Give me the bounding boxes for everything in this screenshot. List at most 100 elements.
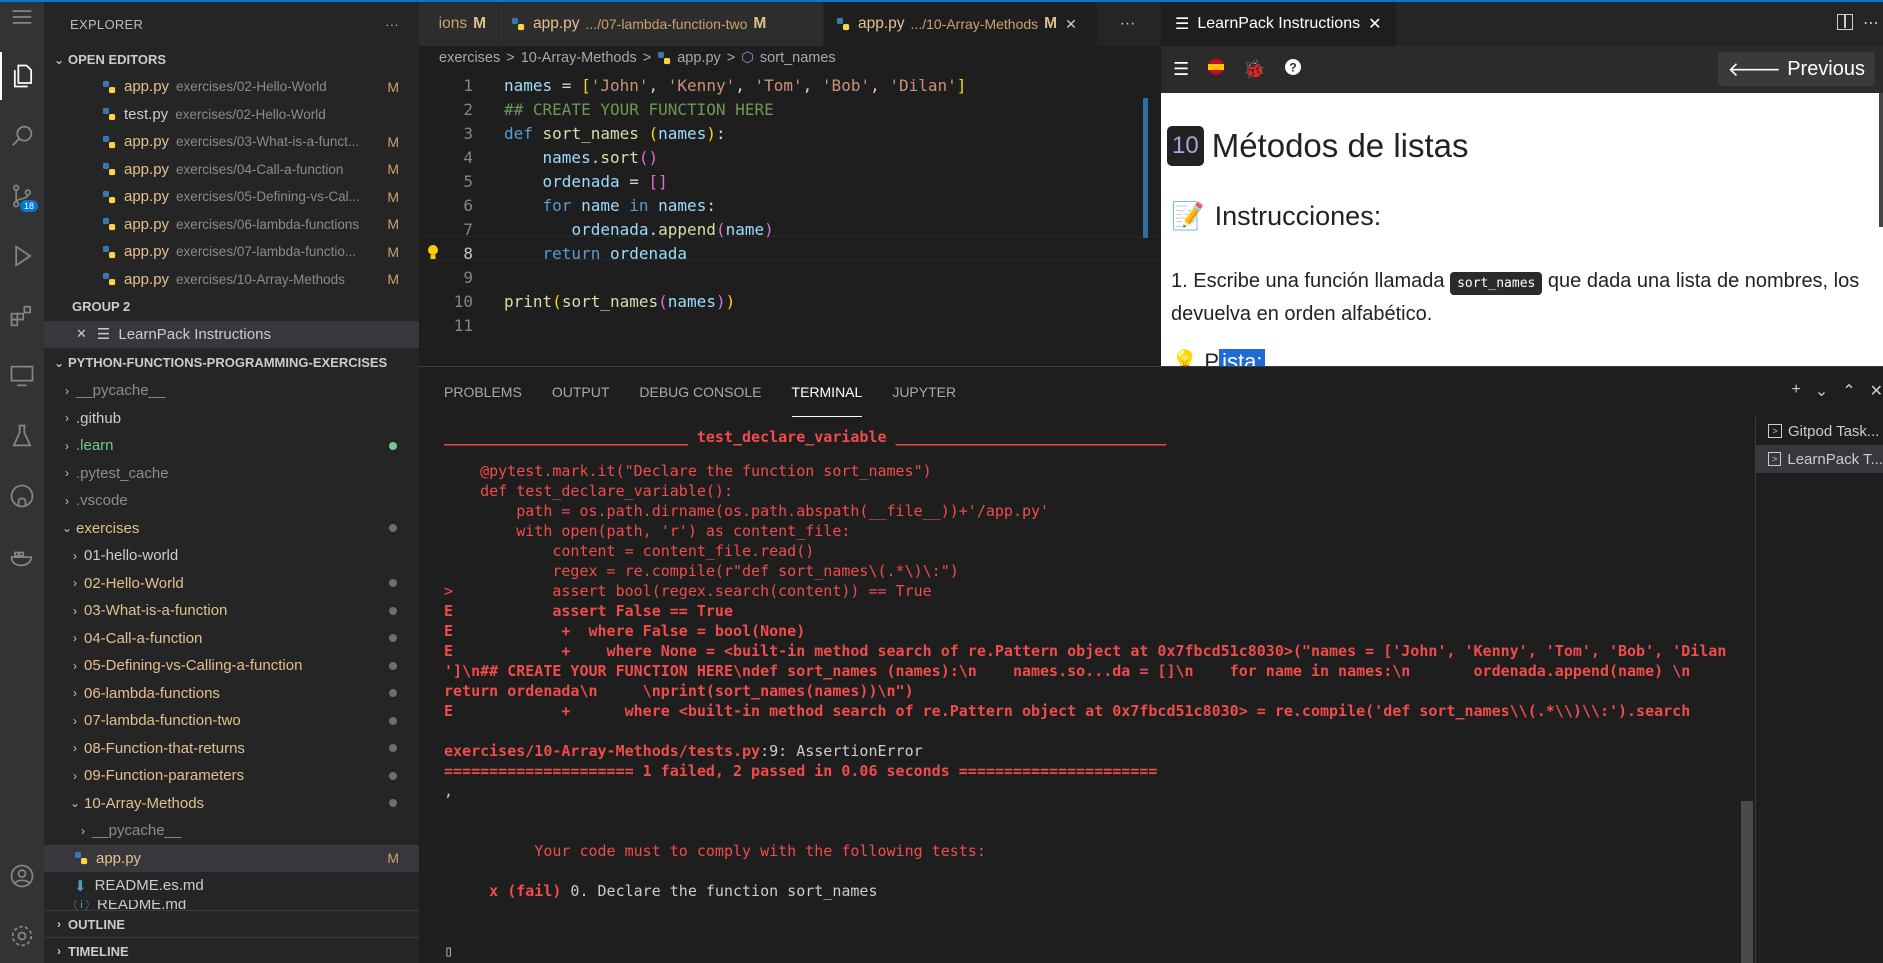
tree-folder[interactable]: › 03-What-is-a-function [44, 597, 419, 625]
run-debug-icon[interactable] [0, 232, 44, 280]
tree-folder[interactable]: › 02-Hello-World [44, 570, 419, 598]
terminal-cursor[interactable]: ▯ [444, 941, 1744, 961]
open-editor-path: exercises/02-Hello-World [175, 106, 326, 122]
docker-icon[interactable] [0, 532, 44, 580]
terminal-scrollbar[interactable] [1741, 801, 1753, 963]
tab-debug-console[interactable]: DEBUG CONSOLE [639, 367, 761, 417]
code-editor[interactable]: 1 2 3 4 5 6 7 8 9 10 11 names = ['John',… [419, 70, 1161, 366]
testing-icon[interactable] [0, 412, 44, 460]
explorer-icon[interactable] [0, 52, 44, 100]
tab-more-icon[interactable]: ··· [1098, 2, 1158, 46]
tree-folder[interactable]: › .learn [44, 432, 419, 460]
tree-folder[interactable]: › .github [44, 405, 419, 433]
tree-file-readme-es[interactable]: ⬇ README.es.md [44, 872, 419, 900]
tab-app-10[interactable]: app.py .../10-Array-Methods M ✕ [824, 2, 1098, 46]
tree-folder[interactable]: › 05-Defining-vs-Calling-a-function [44, 652, 419, 680]
timeline-section[interactable]: › TIMELINE [44, 937, 419, 963]
tree-folder[interactable]: › .vscode [44, 487, 419, 515]
tree-folder[interactable]: › 01-hello-world [44, 542, 419, 570]
open-editor-item[interactable]: app.py exercises/05-Defining-vs-Cal... M [44, 183, 419, 211]
tab-problems[interactable]: PROBLEMS [444, 367, 522, 417]
tree-folder[interactable]: › 06-lambda-functions [44, 680, 419, 708]
chevron-right-icon: › [73, 548, 77, 563]
tab-learnpack[interactable]: ☰ LearnPack Instructions ✕ [1161, 2, 1396, 46]
info-icon: ⓘ [74, 899, 90, 910]
menu-icon[interactable]: ☰ [1173, 59, 1189, 80]
remote-explorer-icon[interactable] [0, 352, 44, 400]
terminal-line: E + where False = bool(None) [444, 622, 806, 640]
open-editor-item[interactable]: app.py exercises/03-What-is-a-funct... M [44, 128, 419, 156]
tab-truncated[interactable]: ions M [419, 2, 499, 46]
open-editor-learnpack[interactable]: ✕ ☰ LearnPack Instructions [44, 320, 419, 348]
tab-jupyter[interactable]: JUPYTER [892, 367, 956, 417]
terminal-item-gitpod[interactable]: > Gitpod Task... [1756, 417, 1883, 445]
new-terminal-button[interactable]: + [1791, 381, 1800, 401]
tree-folder[interactable]: › 04-Call-a-function [44, 625, 419, 653]
bug-icon[interactable]: 🐞 [1243, 59, 1265, 80]
open-editor-path: exercises/10-Array-Methods [176, 271, 345, 287]
outline-section[interactable]: › OUTLINE [44, 910, 419, 937]
tree-file-app[interactable]: app.py M [44, 844, 419, 872]
tab-close-icon[interactable]: ✕ [1368, 14, 1381, 34]
learnpack-tab-bar: ☰ LearnPack Instructions ✕ ⋯ [1161, 2, 1883, 46]
open-editor-path: exercises/06-lambda-functions [176, 216, 360, 232]
breadcrumb-file[interactable]: app.py [677, 50, 721, 66]
account-icon[interactable] [0, 852, 44, 900]
minimap-slider[interactable] [1143, 98, 1148, 238]
settings-gear-icon[interactable] [0, 912, 44, 960]
more-actions-icon[interactable]: ⋯ [1863, 13, 1879, 33]
tab-terminal[interactable]: TERMINAL [791, 367, 863, 417]
open-editor-item[interactable]: app.py exercises/10-Array-Methods M [44, 266, 419, 294]
tree-folder[interactable]: ⌄ 10-Array-Methods [44, 790, 419, 818]
breadcrumb-folder1[interactable]: exercises [439, 50, 500, 66]
maximize-panel-icon[interactable]: ⌃ [1842, 381, 1855, 401]
language-flag-icon[interactable] [1207, 58, 1225, 81]
open-editor-item[interactable]: app.py exercises/04-Call-a-function M [44, 156, 419, 184]
explorer-more-icon[interactable]: ··· [385, 17, 399, 32]
open-editors-section[interactable]: ⌄ OPEN EDITORS [44, 46, 419, 73]
menu-icon[interactable] [0, 2, 44, 32]
status-dot [389, 744, 397, 753]
tab-close-icon[interactable]: ✕ [1065, 16, 1077, 33]
previous-button[interactable]: 🡐 Previous [1717, 52, 1875, 86]
open-editor-item[interactable]: app.py exercises/02-Hello-World M [44, 73, 419, 101]
search-icon[interactable] [0, 112, 44, 160]
open-editor-item[interactable]: app.py exercises/06-lambda-functions M [44, 211, 419, 239]
tree-folder[interactable]: › __pycache__ [44, 817, 419, 845]
workspace-section[interactable]: ⌄ PYTHON-FUNCTIONS-PROGRAMMING-EXERCISES [44, 348, 419, 377]
source-control-icon[interactable]: 18 [0, 172, 44, 220]
tree-folder[interactable]: › 09-Function-parameters [44, 762, 419, 790]
tree-file-readme[interactable]: ⓘ README.md [44, 900, 419, 910]
tab-app-07[interactable]: app.py .../07-lambda-function-two M [499, 2, 824, 46]
tree-folder[interactable]: › __pycache__ [44, 377, 419, 405]
scrollbar[interactable] [1879, 93, 1883, 227]
split-editor-icon[interactable] [1837, 14, 1853, 30]
lightbulb-icon[interactable] [426, 244, 440, 266]
open-editor-item[interactable]: test.py exercises/02-Hello-World [44, 101, 419, 129]
tree-folder[interactable]: › 07-lambda-function-two [44, 707, 419, 735]
terminal-list: > Gitpod Task... > LearnPack T... [1755, 417, 1883, 963]
chevron-right-icon: › [73, 603, 77, 618]
terminal-line: @pytest.mark.it("Declare the function so… [444, 462, 932, 480]
close-icon[interactable]: ✕ [76, 326, 87, 342]
close-panel-icon[interactable]: ✕ [1870, 381, 1883, 401]
activity-bar: 18 [0, 2, 44, 963]
extensions-icon[interactable] [0, 292, 44, 340]
chevron-right-icon: › [65, 466, 69, 481]
tree-folder[interactable]: › 08-Function-that-returns [44, 735, 419, 763]
tab-output[interactable]: OUTPUT [552, 367, 610, 417]
chevron-down-icon[interactable]: ⌄ [1815, 381, 1828, 401]
tree-folder[interactable]: › .pytest_cache [44, 460, 419, 488]
terminal-item-learnpack[interactable]: > LearnPack T... [1756, 445, 1883, 473]
open-editors-label: OPEN EDITORS [68, 52, 167, 67]
breadcrumb-folder2[interactable]: 10-Array-Methods [521, 50, 637, 66]
github-icon[interactable] [0, 472, 44, 520]
terminal-output[interactable]: ___________________________ test_declare… [444, 427, 1744, 963]
tree-folder[interactable]: ⌄ exercises [44, 515, 419, 543]
help-icon[interactable]: ? [1284, 58, 1302, 81]
item-number: 1. [1171, 270, 1188, 292]
breadcrumb-symbol[interactable]: sort_names [760, 50, 836, 66]
open-editor-item[interactable]: app.py exercises/07-lambda-functio... M [44, 238, 419, 266]
open-editor-name: test.py [124, 105, 169, 123]
fail-mark: x (fail) [444, 882, 562, 900]
